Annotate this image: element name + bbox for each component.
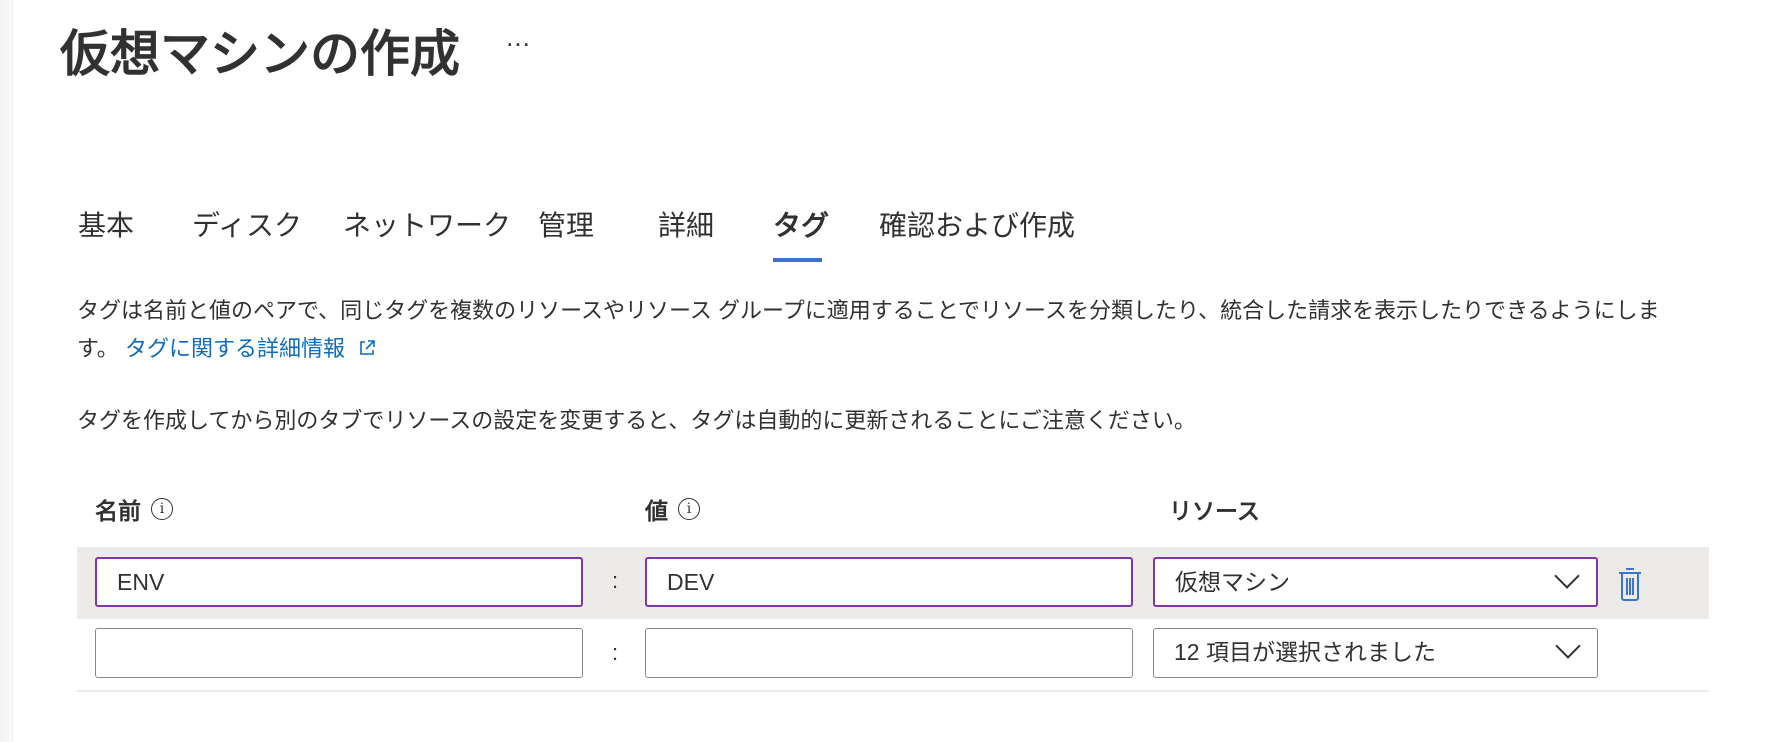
more-options-button[interactable]: … [505,22,532,53]
column-header-resource: リソース [1169,492,1260,526]
tag-name-input-empty[interactable] [95,628,583,678]
info-icon[interactable]: i [678,498,700,520]
tab-networking[interactable]: ネットワーク [343,204,511,244]
info-icon[interactable]: i [151,498,173,520]
active-tab-indicator [773,258,822,262]
column-name-label: 名前 [95,498,141,524]
resource-dropdown-empty-row[interactable]: 12 項目が選択されました [1153,628,1598,678]
chevron-down-icon [1555,633,1581,659]
separator: : [612,568,619,593]
tab-basics[interactable]: 基本 [78,204,134,244]
column-header-value: 値 i [645,492,700,526]
tab-advanced[interactable]: 詳細 [658,204,714,244]
learn-more-link[interactable]: タグに関する詳細情報 [125,336,377,361]
tag-name-input[interactable]: ENV [95,557,583,607]
tab-tags[interactable]: タグ [773,204,829,244]
resource-dropdown-value: 仮想マシン [1175,569,1290,595]
tab-management[interactable]: 管理 [538,204,594,244]
learn-more-link-text: タグに関する詳細情報 [124,336,345,361]
column-value-label: 値 [645,498,668,524]
tag-value-input-empty[interactable] [645,628,1133,678]
tag-value-input[interactable]: DEV [645,557,1133,607]
chevron-down-icon [1554,563,1580,589]
page-title: 仮想マシンの作成 [60,26,460,82]
tags-note: タグを作成してから別のタブでリソースの設定を変更すると、タグは自動的に更新される… [77,408,1196,433]
resource-dropdown-value: 12 項目が選択されました [1174,639,1436,665]
column-resource-label: リソース [1169,498,1260,524]
column-header-name: 名前 i [95,492,173,526]
tags-description: タグは名前と値のペアで、同じタグを複数のリソースやリソース グループに適用するこ… [77,292,1697,368]
table-divider [77,690,1709,692]
resource-dropdown[interactable]: 仮想マシン [1153,557,1598,607]
external-link-icon [360,340,375,355]
tab-disks[interactable]: ディスク [192,204,302,244]
panel-edge-shadow [0,0,13,742]
separator: : [612,640,619,665]
tab-review-create[interactable]: 確認および作成 [879,204,1075,244]
delete-icon[interactable] [1617,566,1643,602]
